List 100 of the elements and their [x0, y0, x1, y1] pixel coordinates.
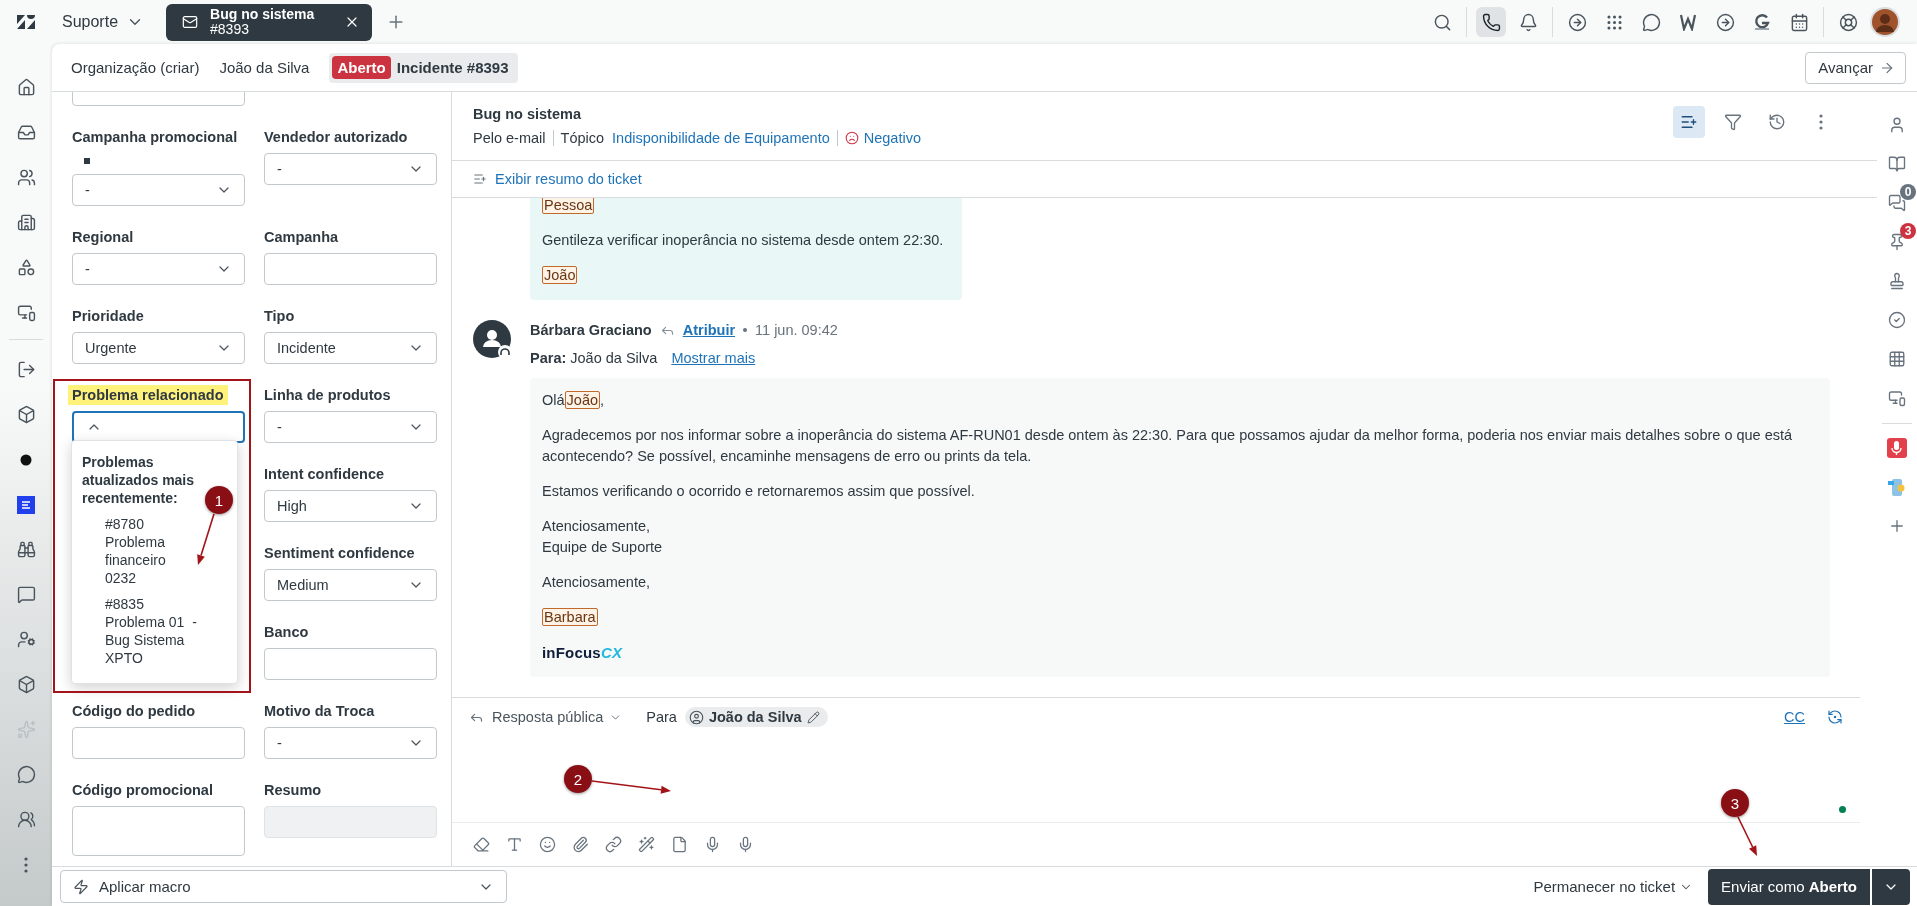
field-label: Problema relacionado	[68, 385, 228, 405]
next-button[interactable]: Avançar	[1805, 51, 1906, 84]
menu-option[interactable]: #8835 Problema 01 - Bug Sistema XPTO	[105, 593, 200, 673]
ticket-tab[interactable]: Bug no sistema #8393	[166, 3, 373, 41]
microphone-icon	[737, 836, 754, 853]
exit-icon	[16, 360, 36, 379]
cube-icon	[16, 675, 36, 694]
breadcrumb-tab[interactable]: Organização (criar)	[71, 52, 200, 83]
home-icon	[16, 78, 36, 97]
users-icon	[16, 168, 36, 187]
submit-options-button[interactable]	[1872, 868, 1910, 905]
user-gear-icon	[16, 630, 36, 649]
dropdown[interactable]: -	[264, 727, 437, 759]
dropdown[interactable]: Urgente	[72, 332, 245, 364]
refresh-dot-icon[interactable]	[1827, 709, 1843, 725]
cube-icon	[16, 405, 36, 424]
message-text: Gentileza verificar inoperância no sistema desde ontem 22:30.	[542, 232, 944, 248]
format-button[interactable]	[506, 836, 523, 853]
placeholder-tag: Pessoa	[542, 198, 595, 214]
field-label: Sentiment confidence	[263, 544, 416, 563]
topic-link[interactable]: Indisponibilidade de Equipamento	[612, 130, 830, 146]
placeholder-tag: Barbara	[542, 608, 598, 626]
field-label: Código do pedido	[71, 702, 197, 721]
sentiment-link[interactable]: Negativo	[844, 130, 921, 146]
toolbar-button[interactable]	[1476, 7, 1506, 37]
format-button[interactable]	[572, 836, 589, 853]
message-text: Atenciosamente,	[542, 574, 650, 590]
user-icon	[1888, 115, 1906, 134]
format-button[interactable]	[671, 836, 688, 853]
author-name: Bárbara Graciano	[530, 321, 652, 340]
eraser-icon	[473, 836, 490, 853]
toolbar-button[interactable]	[1870, 7, 1900, 37]
summary-link[interactable]: Exibir resumo do ticket	[495, 171, 642, 187]
group-icon	[16, 810, 36, 829]
dropdown[interactable]: Incidente	[264, 332, 437, 364]
dropdown[interactable]: -	[72, 253, 245, 285]
placeholder-tag: João	[542, 266, 578, 284]
recipient-text: Para: João da Silva	[530, 350, 658, 366]
mail-icon	[182, 14, 199, 30]
recipient-chip[interactable]: João da Silva	[684, 707, 828, 727]
logo-icon[interactable]	[17, 15, 35, 29]
message-text: Olá	[542, 392, 565, 408]
chat-bubble-icon	[16, 765, 36, 784]
format-button[interactable]	[638, 836, 655, 853]
tab-title: Bug no sistema	[210, 7, 316, 22]
person-icon	[688, 709, 704, 725]
message-text: ,	[600, 392, 605, 408]
field-label: Motivo da Troca	[263, 702, 376, 721]
submit-button[interactable]: Enviar como Aberto	[1708, 868, 1870, 905]
show-more-link[interactable]: Mostrar mais	[671, 350, 756, 366]
topic-label: Tópico	[560, 130, 605, 146]
format-button[interactable]	[704, 836, 721, 853]
field-label: Tipo	[263, 307, 296, 326]
shapes-icon	[16, 258, 36, 277]
dropdown[interactable]	[72, 411, 245, 443]
building-icon	[16, 213, 36, 232]
breadcrumb-tab[interactable]: João da Silva	[219, 52, 310, 83]
microphone-app-icon	[1887, 437, 1907, 458]
count-badge: 0	[1900, 184, 1916, 200]
conversations-icon	[1888, 193, 1906, 212]
format-button[interactable]	[539, 836, 556, 853]
message-text: Agradecemos por nos informar sobre a inoperância do sistema AF-RUN01 desde ontem às 22:30. Para que possamos ajudar da melhor forma, poderia nos enviar mais detalhes sobre o que está acontecendo? Se possível, encaminhe mensagens de erro ou prints da tela.	[542, 427, 1793, 464]
agent-avatar	[473, 320, 513, 360]
dropdown[interactable]: -	[264, 411, 437, 443]
cc-link[interactable]: CC	[1784, 709, 1805, 725]
tab-label: João da Silva	[219, 59, 310, 76]
dropdown[interactable]: Medium	[264, 569, 437, 601]
time-text: 11 jun. 09:42	[755, 321, 838, 340]
text-field[interactable]	[72, 727, 245, 759]
field-label: Banco	[263, 623, 310, 642]
phone-app-icon	[1887, 476, 1907, 497]
dots-icon	[1604, 12, 1624, 32]
message-text: Estamos verificando o ocorrido e retornaremos assim que possível.	[542, 483, 975, 499]
header-tool-button[interactable]	[1673, 106, 1705, 138]
assign-link[interactable]: Atribuir	[682, 320, 736, 340]
pencil-icon[interactable]	[806, 710, 820, 724]
menu-option[interactable]: #8780 Problema financeiro 0232	[105, 513, 200, 593]
reply-type-dropdown[interactable]: Resposta pública	[492, 709, 623, 725]
after-send-dropdown[interactable]: Permanecer no ticket	[1533, 878, 1694, 895]
dropdown[interactable]: -	[264, 153, 437, 185]
format-button[interactable]	[605, 836, 622, 853]
file-icon	[671, 836, 688, 853]
workspace-switcher[interactable]: Suporte	[62, 7, 145, 37]
lightning-icon	[73, 878, 89, 895]
format-button[interactable]	[473, 836, 490, 853]
dropdown[interactable]: High	[264, 490, 437, 522]
placeholder-tag: João	[564, 391, 601, 409]
macro-dropdown[interactable]: Aplicar macro	[60, 870, 507, 903]
lifebuoy-icon	[1838, 12, 1858, 32]
devices-icon	[16, 303, 36, 322]
more-icon	[1819, 114, 1823, 130]
dropdown[interactable]: -	[72, 174, 245, 206]
text-field[interactable]	[264, 253, 437, 285]
link-icon	[605, 836, 622, 853]
devices-icon	[1888, 388, 1906, 407]
company-logo: inFocusCX	[542, 643, 623, 663]
format-button[interactable]	[737, 836, 754, 853]
text-format-icon	[506, 836, 523, 853]
text-field[interactable]	[264, 648, 437, 680]
breadcrumb-tab[interactable]: Aberto Incidente #8393	[329, 52, 518, 83]
